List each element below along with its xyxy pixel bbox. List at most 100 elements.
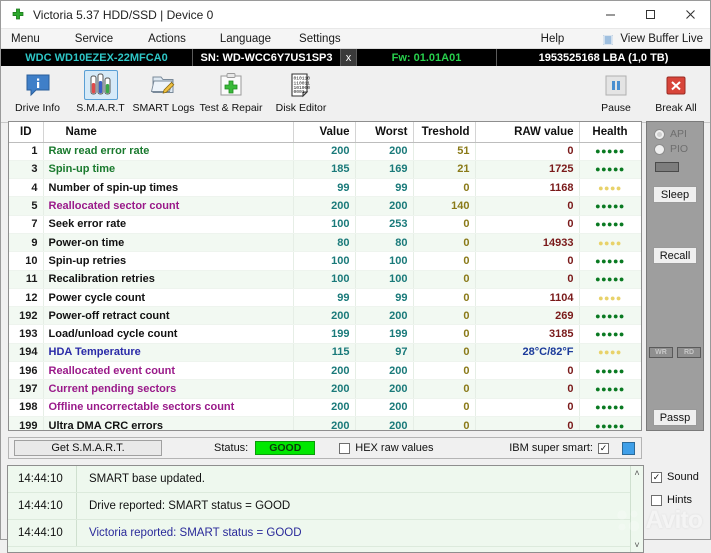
view-buffer-live-link[interactable]: View Buffer Live	[618, 33, 705, 45]
menu-item-language[interactable]: Language	[218, 33, 273, 45]
cell-health: ●●●●	[579, 178, 641, 198]
table-row[interactable]: 5 Reallocated sector count 200 200 140 0 ●●●●●	[9, 196, 641, 216]
menu-item-service[interactable]: Service	[73, 33, 115, 45]
sound-option-row[interactable]: ✓ Sound	[651, 471, 707, 483]
col-threshold[interactable]: Treshold	[413, 122, 476, 143]
recall-button[interactable]: Recall	[653, 247, 697, 264]
menu-item-settings[interactable]: Settings	[297, 33, 343, 45]
table-row[interactable]: 192 Power-off retract count 200 200 0 269 ●●●●…	[9, 306, 641, 326]
toolbar-drive-info[interactable]: Drive Info	[6, 68, 69, 114]
log-scroll-up-icon[interactable]: ˄	[634, 468, 639, 478]
menu-bar: Menu Service Actions Language Settings H…	[1, 29, 710, 49]
col-health[interactable]: Health	[579, 122, 641, 143]
cell-worst: 99	[355, 288, 414, 308]
col-raw-value[interactable]: RAW value	[475, 122, 580, 143]
cell-health: ●●●●●	[579, 215, 641, 234]
health-dots: ●●●●●	[595, 402, 625, 413]
cell-raw-value: 0	[475, 251, 580, 271]
passport-button[interactable]: Passp	[653, 409, 697, 426]
toolbar-test-repair[interactable]: Test & Repair	[195, 68, 267, 114]
toolbar-smart[interactable]: S.M.A.R.T	[69, 68, 132, 114]
radio-api-row[interactable]: API	[647, 128, 703, 140]
log-scrollbar[interactable]: ˄ ˅	[630, 466, 643, 552]
log-entry[interactable]: 14:44:10 SMART base updated.	[8, 466, 630, 493]
table-row[interactable]: 4 Number of spin-up times 99 99 0 1168 ●●●●	[9, 178, 641, 198]
ibm-super-smart-row[interactable]: IBM super smart: ✓	[509, 441, 635, 455]
table-row[interactable]: 3 Spin-up time 185 169 21 1725 ●●●●●	[9, 160, 641, 180]
cell-raw-value: 1168	[475, 178, 580, 198]
table-row[interactable]: 11 Recalibration retries 100 100 0 0 ●●●●●	[9, 270, 641, 289]
small-toggle-button[interactable]	[655, 162, 679, 172]
toolbar-break-all[interactable]: Break All	[646, 68, 706, 114]
maximize-button[interactable]	[630, 1, 670, 28]
view-buffer-icon	[603, 34, 614, 45]
table-header-row: ID Name Value Worst Treshold RAW value H…	[9, 122, 641, 143]
cell-value: 200	[293, 398, 356, 417]
sleep-button[interactable]: Sleep	[653, 186, 697, 203]
toolbar-smart-logs[interactable]: SMART Logs	[132, 68, 195, 114]
table-row[interactable]: 10 Spin-up retries 100 100 0 0 ●●●●●	[9, 251, 641, 271]
svg-text:0001: 0001	[294, 89, 305, 95]
menu-item-actions[interactable]: Actions	[146, 33, 188, 45]
cell-name: HDA Temperature	[43, 343, 294, 363]
table-row[interactable]: 196 Reallocated event count 200 200 0 0 ●●●●●	[9, 361, 641, 381]
radio-pio-icon[interactable]	[654, 143, 665, 155]
cell-worst: 200	[355, 142, 414, 161]
toolbar-test-repair-label: Test & Repair	[199, 102, 263, 114]
health-dots: ●●●●●	[595, 164, 625, 175]
cell-name: Reallocated event count	[43, 361, 294, 381]
wr-indicator[interactable]: WR	[649, 347, 673, 358]
cell-name: Power-off retract count	[43, 306, 294, 326]
hints-checkbox[interactable]	[651, 494, 662, 506]
table-row[interactable]: 7 Seek error rate 100 253 0 0 ●●●●●	[9, 215, 641, 234]
table-row[interactable]: 193 Load/unload cycle count 199 199 0 3185 ●●●…	[9, 324, 641, 344]
col-name[interactable]: Name	[43, 122, 294, 143]
col-value[interactable]: Value	[293, 122, 356, 143]
rd-indicator[interactable]: RD	[677, 347, 701, 358]
sound-checkbox[interactable]: ✓	[651, 471, 662, 483]
table-row[interactable]: 12 Power cycle count 99 99 0 1104 ●●●●	[9, 288, 641, 308]
drive-x-button[interactable]: x	[341, 49, 357, 66]
table-row[interactable]: 197 Current pending sectors 200 200 0 0 ●●●●●	[9, 379, 641, 399]
toolbar-disk-editor[interactable]: 010110 110011 101000 0001 Disk Editor	[267, 68, 335, 114]
health-dots: ●●●●●	[595, 310, 625, 321]
col-id[interactable]: ID	[9, 122, 44, 143]
table-row[interactable]: 198 Offline uncorrectable sectors count 20…	[9, 398, 641, 417]
ibm-super-smart-checkbox[interactable]: ✓	[598, 442, 609, 454]
cell-raw-value: 0	[475, 196, 580, 216]
col-worst[interactable]: Worst	[355, 122, 414, 143]
hex-raw-values-checkbox[interactable]	[339, 442, 351, 454]
radio-api-icon[interactable]	[654, 128, 665, 140]
cell-health: ●●●●●	[579, 324, 641, 344]
cell-value: 200	[293, 361, 356, 381]
table-row[interactable]: 1 Raw read error rate 200 200 51 0 ●●●●●	[9, 142, 641, 161]
log-entry[interactable]: 14:44:10 Drive reported: SMART status = G…	[8, 493, 630, 520]
hex-raw-values-row[interactable]: HEX raw values	[339, 442, 434, 454]
smart-attributes-grid[interactable]: ID Name Value Worst Treshold RAW value H…	[8, 121, 642, 431]
table-row[interactable]: 9 Power-on time 80 80 0 14933 ●●●●	[9, 233, 641, 253]
cell-name: Spin-up retries	[43, 251, 294, 271]
table-row[interactable]: 194 HDA Temperature 115 97 0 28°C/82°F ●●●●	[9, 343, 641, 363]
cell-health: ●●●●●	[579, 361, 641, 381]
menu-item-menu[interactable]: Menu	[9, 33, 42, 45]
minimize-button[interactable]	[590, 1, 630, 28]
radio-pio-row[interactable]: PIO	[647, 143, 703, 155]
get-smart-button[interactable]: Get S.M.A.R.T.	[14, 440, 162, 456]
menu-item-help[interactable]: Help	[539, 33, 567, 45]
cell-value: 199	[293, 324, 356, 344]
cell-id: 10	[9, 251, 44, 271]
clipboard-plus-icon	[214, 70, 248, 100]
smart-table-body: 1 Raw read error rate 200 200 51 0 ●●●●● 3 Spin-…	[9, 142, 641, 430]
log-entry[interactable]: 14:44:10 Victoria reported: SMART status …	[8, 520, 630, 547]
cell-worst: 253	[355, 215, 414, 234]
cell-worst: 200	[355, 306, 414, 326]
table-row[interactable]: 199 Ultra DMA CRC errors 200 200 0 0 ●●●●●	[9, 416, 641, 430]
toolbar-smart-label: S.M.A.R.T	[76, 102, 125, 114]
window-controls	[590, 1, 710, 28]
blue-indicator-box[interactable]	[622, 441, 635, 455]
log-scroll-down-icon[interactable]: ˅	[634, 540, 639, 550]
cell-threshold: 0	[413, 416, 476, 430]
close-button[interactable]	[670, 1, 710, 28]
hints-option-row[interactable]: Hints	[651, 494, 707, 506]
toolbar-pause[interactable]: Pause	[586, 68, 646, 114]
